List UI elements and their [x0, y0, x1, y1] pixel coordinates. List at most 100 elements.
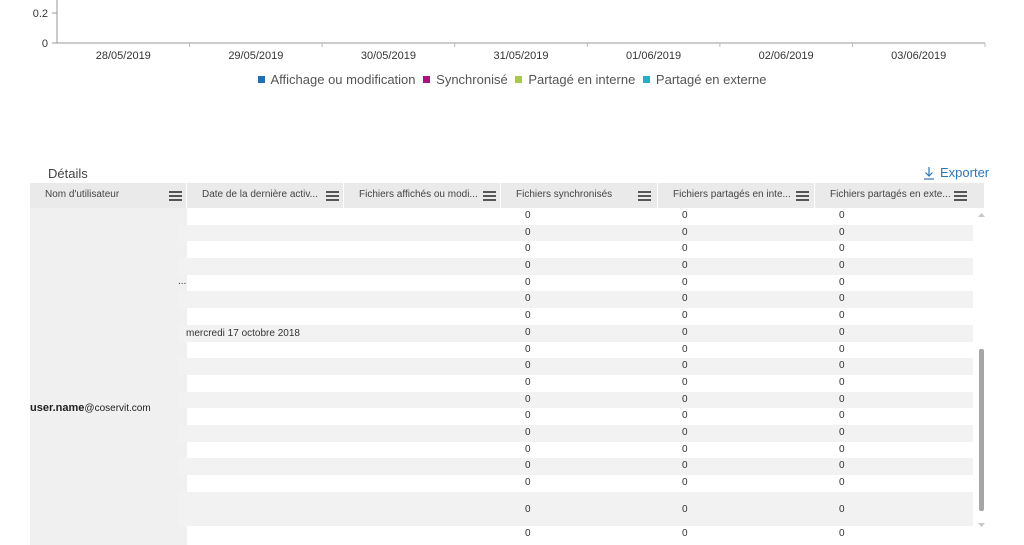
table-row[interactable]: 0000 — [178, 241, 973, 258]
column-menu-icon[interactable] — [638, 191, 651, 201]
table-row[interactable]: 0000 — [178, 391, 973, 409]
scrollbar-thumb[interactable] — [979, 349, 984, 511]
x-tick-label: 02/06/2019 — [759, 50, 814, 62]
cell-count: 0 — [525, 410, 531, 422]
table-row[interactable]: 0000 — [178, 458, 973, 475]
cell-count: 0 — [525, 310, 531, 322]
x-tick-label: 01/06/2019 — [626, 50, 681, 62]
legend-swatch-synced — [423, 76, 431, 83]
cell-count: 0 — [525, 393, 531, 405]
download-icon — [924, 166, 934, 180]
username-cell: user.name@coservit.com — [30, 208, 187, 545]
user-name-domain: @coservit.com — [84, 403, 151, 414]
column-header-label: Fichiers affichés ou modi... — [359, 189, 478, 200]
x-tick-label: 31/05/2019 — [493, 50, 548, 62]
user-name[interactable]: user.name@coservit.com — [30, 402, 151, 414]
cell-count: 0 — [682, 503, 688, 515]
column-menu-icon[interactable] — [796, 191, 809, 201]
column-menu-icon[interactable] — [326, 191, 339, 201]
column-header-label: Fichiers partagés en exte... — [830, 189, 951, 200]
cell-count: 0 — [525, 226, 531, 238]
cell-count: 0 — [839, 293, 845, 305]
cell-last-activity: ... — [178, 275, 187, 287]
column-header-username[interactable]: Nom d'utilisateur — [30, 183, 187, 208]
cell-count: 0 — [682, 343, 688, 355]
cell-count: 0 — [839, 360, 845, 372]
y-tick-label: 0.2 — [33, 8, 48, 20]
cell-count: 0 — [525, 210, 531, 221]
cell-count: 0 — [525, 376, 531, 388]
cell-count: 0 — [839, 426, 845, 438]
legend-item-shared-internal[interactable]: Partagé en interne — [515, 72, 635, 87]
cell-count: 0 — [525, 326, 531, 338]
table-row[interactable]: 0000 — [178, 291, 973, 309]
cell-count: 0 — [525, 426, 531, 438]
x-tick-label: 28/05/2019 — [96, 50, 151, 62]
table-row[interactable]: 0000 — [178, 475, 973, 492]
table-row[interactable]: 0000 — [178, 491, 973, 526]
column-header-label: Fichiers synchronisés — [516, 189, 613, 200]
table-row[interactable]: 0000 — [178, 342, 973, 359]
cell-count: 0 — [839, 326, 845, 338]
column-menu-icon[interactable] — [483, 191, 496, 201]
column-menu-icon[interactable] — [169, 191, 182, 201]
cell-count: 0 — [839, 343, 845, 355]
cell-count: 0 — [525, 460, 531, 472]
cell-count: 0 — [682, 226, 688, 238]
table-row[interactable]: 0000 — [178, 526, 973, 543]
column-header-synced[interactable]: Fichiers synchronisés — [501, 183, 658, 208]
scroll-up-icon[interactable] — [977, 211, 986, 219]
x-tick-label: 03/06/2019 — [891, 50, 946, 62]
cell-count: 0 — [525, 293, 531, 305]
cell-count: 0 — [682, 393, 688, 405]
cell-count: 0 — [525, 443, 531, 455]
cell-count: 0 — [682, 460, 688, 472]
cell-count: 0 — [839, 503, 845, 515]
cell-count: 0 — [839, 527, 845, 539]
column-header-viewed-edited[interactable]: Fichiers affichés ou modi... — [344, 183, 501, 208]
table-row[interactable]: 0000 — [178, 424, 973, 442]
cell-count: 0 — [839, 410, 845, 422]
cell-count: 0 — [839, 310, 845, 322]
cell-count: 0 — [525, 477, 531, 488]
column-menu-icon[interactable] — [954, 191, 967, 201]
scroll-down-icon[interactable] — [977, 521, 986, 529]
table-row[interactable]: 0000 — [178, 375, 973, 392]
legend-swatch-shared-external — [642, 76, 650, 83]
cell-count: 0 — [682, 260, 688, 272]
cell-count: 0 — [682, 293, 688, 305]
table-row[interactable]: ...0000 — [178, 275, 973, 292]
table-row[interactable]: 0000 — [178, 258, 973, 275]
legend-label: Partagé en externe — [655, 72, 767, 87]
x-tick-label: 29/05/2019 — [228, 50, 283, 62]
cell-count: 0 — [839, 276, 845, 288]
table-row[interactable]: 0000 — [178, 208, 973, 225]
table-header: Nom d'utilisateur Date de la dernière ac… — [30, 183, 985, 208]
cell-count: 0 — [525, 243, 531, 255]
table-body: 0 0 0 0 0 0 0 0 0 0 0 0 0 0 0 0... 0 0 0 0 0 0 0 0 0 0 0 0 mercredi … — [178, 208, 973, 542]
column-header-shared-internal[interactable]: Fichiers partagés en inte... — [658, 183, 815, 208]
details-table: Nom d'utilisateur Date de la dernière ac… — [30, 183, 985, 545]
legend-item-view-edit[interactable]: Affichage ou modification — [257, 72, 416, 87]
cell-count: 0 — [525, 260, 531, 272]
legend-item-synced[interactable]: Synchronisé — [423, 72, 508, 87]
legend-label: Affichage ou modification — [270, 72, 416, 87]
table-row[interactable]: 0000 — [178, 408, 973, 425]
table-row[interactable]: 0000 — [178, 224, 973, 242]
legend-label: Partagé en interne — [528, 72, 636, 87]
column-header-shared-external[interactable]: Fichiers partagés en exte... — [815, 183, 985, 208]
column-header-last-activity[interactable]: Date de la dernière activ... — [187, 183, 344, 208]
x-axis: 28/05/2019 29/05/2019 30/05/2019 31/05/2019… — [96, 43, 986, 62]
legend-item-shared-external[interactable]: Partagé en externe — [642, 72, 767, 87]
cell-count: 0 — [839, 226, 845, 238]
table-row[interactable]: 0000 — [178, 442, 973, 459]
legend-swatch-view-edit — [257, 76, 265, 83]
user-name-local: user.name — [30, 402, 85, 414]
cell-count: 0 — [682, 410, 688, 422]
cell-count: 0 — [682, 426, 688, 438]
export-button[interactable]: Exporter — [922, 165, 989, 180]
cell-count: 0 — [682, 376, 688, 388]
table-row[interactable]: 0000 — [178, 308, 973, 325]
table-row[interactable]: 0000 — [178, 358, 973, 375]
table-row[interactable]: mercredi 17 octobre 20180000 — [178, 324, 973, 342]
